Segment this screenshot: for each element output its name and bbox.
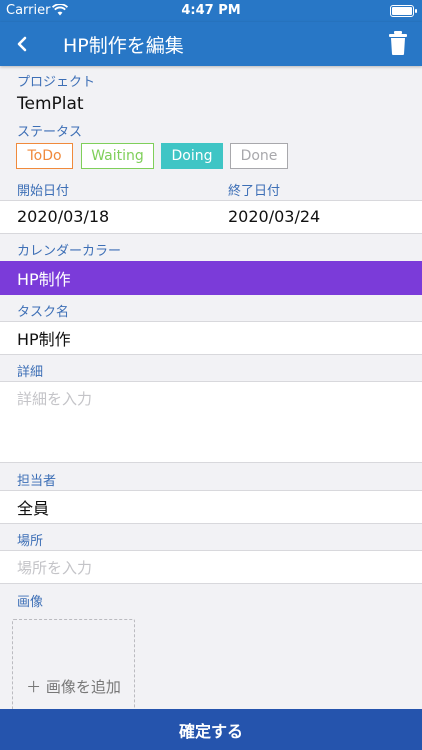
- start-date-label: 開始日付: [17, 184, 70, 199]
- add-image-label: ＋ 画像を追加: [26, 678, 121, 696]
- add-image-button[interactable]: ＋ 画像を追加: [12, 619, 135, 719]
- status-chip-label: Doing: [171, 148, 213, 164]
- location-placeholder: 場所を入力: [17, 558, 93, 577]
- task-name-label: タスク名: [17, 305, 70, 320]
- trash-icon[interactable]: [388, 30, 408, 56]
- location-field[interactable]: 場所を入力: [0, 550, 422, 584]
- status-chip-doing[interactable]: Doing: [161, 143, 223, 169]
- status-chip-todo[interactable]: ToDo: [16, 143, 73, 169]
- project-value: TemPlat: [17, 94, 84, 114]
- page-title: HP制作を編集: [63, 35, 184, 57]
- status-chip-label: Done: [240, 148, 278, 164]
- battery-icon: [390, 5, 417, 17]
- status-chip-label: Waiting: [91, 148, 144, 164]
- project-label: プロジェクト: [17, 75, 96, 90]
- image-label: 画像: [17, 595, 44, 610]
- status-chip-label: ToDo: [27, 148, 62, 164]
- location-label: 場所: [17, 534, 44, 549]
- status-chip-done[interactable]: Done: [230, 143, 288, 169]
- calendar-color-field[interactable]: HP制作: [0, 261, 422, 295]
- assignee-label: 担当者: [17, 474, 57, 489]
- clock: 4:47 PM: [181, 3, 241, 18]
- confirm-button[interactable]: 確定する: [0, 709, 422, 750]
- end-date-field[interactable]: 2020/03/24: [228, 207, 320, 226]
- end-date-label: 終了日付: [228, 184, 281, 199]
- details-label: 詳細: [17, 365, 44, 380]
- details-textarea[interactable]: 詳細を入力: [0, 381, 422, 463]
- assignee-field[interactable]: 全員: [0, 490, 422, 524]
- details-placeholder: 詳細を入力: [17, 390, 93, 408]
- start-date-field[interactable]: 2020/03/18: [17, 207, 109, 226]
- chevron-left-icon[interactable]: [12, 30, 36, 58]
- status-label: ステータス: [17, 125, 83, 140]
- calendar-color-label: カレンダーカラー: [17, 244, 122, 259]
- task-name-field[interactable]: HP制作: [0, 321, 422, 355]
- status-chip-waiting[interactable]: Waiting: [81, 143, 154, 169]
- nav-bar: HP制作を編集: [0, 22, 422, 66]
- status-bar: Carrier 4:47 PM: [0, 0, 422, 22]
